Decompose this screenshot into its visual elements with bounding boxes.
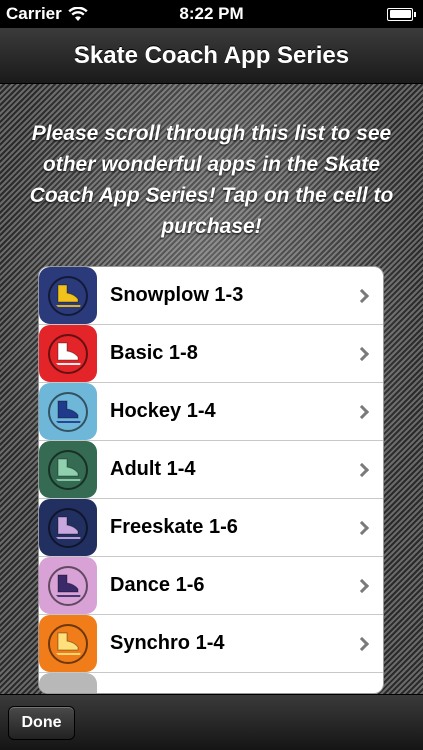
list-item-label: Adult 1-4 (110, 458, 196, 480)
list-item[interactable]: Dance 1-6 (39, 557, 383, 615)
list-item-label: Basic 1-8 (110, 342, 198, 364)
list-item-partial[interactable] (39, 673, 383, 693)
skate-icon (39, 383, 97, 440)
status-left: Carrier (6, 4, 88, 24)
battery-fill (389, 10, 411, 18)
skate-icon (39, 557, 97, 614)
list-item[interactable]: Snowplow 1-3 (39, 267, 383, 325)
status-bar: Carrier 8:22 PM (0, 0, 423, 28)
bottom-toolbar: Done (0, 694, 423, 750)
skate-icon (39, 615, 97, 672)
done-button[interactable]: Done (8, 706, 75, 740)
list-item-label: Freeskate 1-6 (110, 516, 238, 538)
chevron-right-icon (354, 462, 370, 477)
app-list[interactable]: Snowplow 1-3 Basic 1-8 Hockey 1-4 Adult 1-4… (38, 266, 384, 694)
chevron-right-icon (354, 578, 370, 593)
list-item[interactable]: Basic 1-8 (39, 325, 383, 383)
chevron-right-icon (354, 520, 370, 535)
chevron-right-icon (354, 288, 370, 303)
list-item-label: Snowplow 1-3 (110, 284, 244, 306)
skate-icon (39, 499, 97, 556)
wifi-icon (68, 6, 88, 21)
nav-bar: Skate Coach App Series (0, 28, 423, 84)
app-icon-partial (39, 673, 97, 693)
intro-text: Please scroll through this list to see o… (29, 122, 394, 238)
chevron-right-icon (354, 636, 370, 651)
list-item-label: Dance 1-6 (110, 574, 205, 596)
chevron-right-icon (354, 346, 370, 361)
battery-icon (387, 7, 416, 21)
page-title: Skate Coach App Series (73, 41, 350, 69)
list-item[interactable]: Freeskate 1-6 (39, 499, 383, 557)
list-item-label: Synchro 1-4 (110, 632, 225, 654)
carrier-label: Carrier (6, 4, 62, 23)
skate-icon (39, 325, 97, 382)
chevron-right-icon (354, 404, 370, 419)
content-area[interactable]: Please scroll through this list to see o… (0, 84, 423, 694)
list-item[interactable]: Adult 1-4 (39, 441, 383, 499)
list-item-label: Hockey 1-4 (110, 400, 216, 422)
list-item[interactable]: Synchro 1-4 (39, 615, 383, 673)
list-item[interactable]: Hockey 1-4 (39, 383, 383, 441)
skate-icon (39, 441, 97, 498)
skate-icon (39, 267, 97, 324)
